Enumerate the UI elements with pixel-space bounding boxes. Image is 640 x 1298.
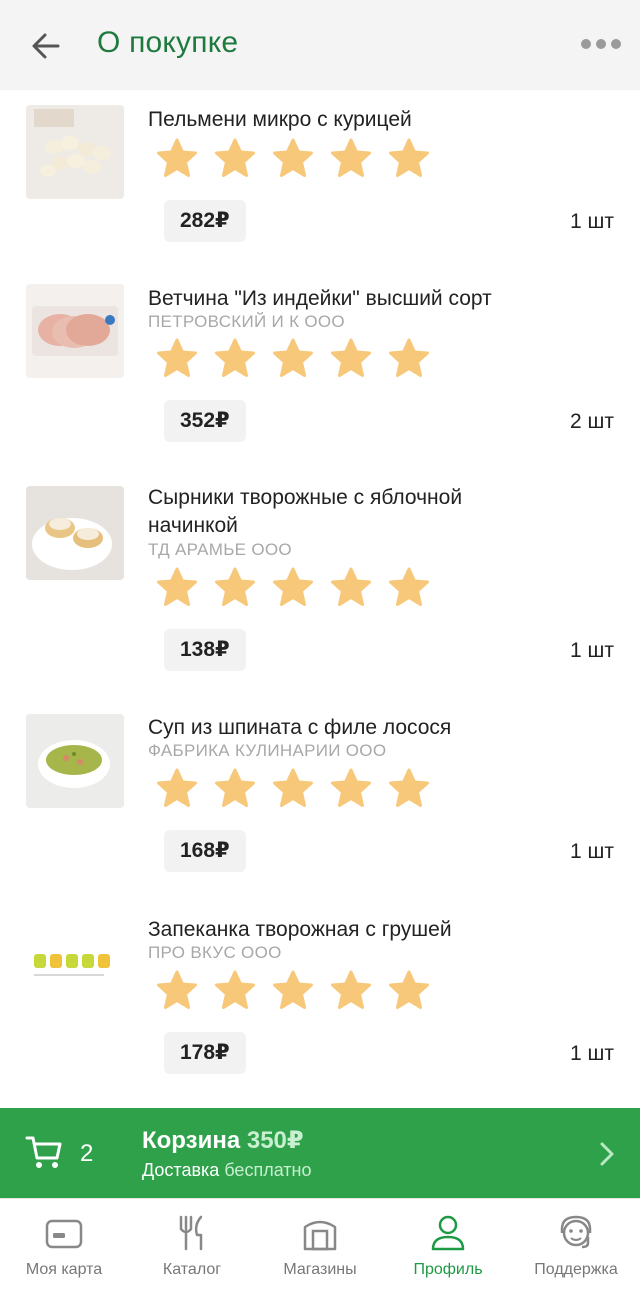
quantity-label: 1 шт <box>570 639 614 662</box>
star-icon[interactable] <box>330 567 372 607</box>
support-icon <box>560 1215 592 1249</box>
tab-catalog[interactable]: Каталог <box>128 1199 256 1298</box>
cart-sum: 350₽ <box>246 1127 304 1154</box>
cart-icon <box>25 1136 62 1168</box>
bottom-tab-bar: Моя карта Каталог Магазины Профиль Подде… <box>0 1198 640 1298</box>
tab-support[interactable]: Поддержка <box>512 1199 640 1298</box>
star-icon[interactable] <box>272 338 314 378</box>
star-icon[interactable] <box>388 970 430 1010</box>
rating-stars[interactable] <box>156 338 436 380</box>
delivery-label: Доставка <box>142 1160 220 1180</box>
star-icon[interactable] <box>330 138 372 178</box>
price-badge: 138₽ <box>164 629 246 671</box>
product-image <box>26 486 124 580</box>
cart-title-label: Корзина <box>142 1127 241 1154</box>
star-icon[interactable] <box>156 970 198 1010</box>
price-badge: 178₽ <box>164 1032 246 1074</box>
star-icon[interactable] <box>330 338 372 378</box>
rating-stars[interactable] <box>156 138 436 180</box>
star-icon[interactable] <box>272 567 314 607</box>
cart-delivery: Доставка бесплатно <box>142 1160 312 1181</box>
star-icon[interactable] <box>272 138 314 178</box>
tab-label: Моя карта <box>25 1261 103 1278</box>
delivery-value: бесплатно <box>224 1160 312 1180</box>
star-icon[interactable] <box>214 768 256 808</box>
tab-stores[interactable]: Магазины <box>256 1199 384 1298</box>
purchase-list: Пельмени микро с курицей 282₽ 1 шт Ветчи… <box>0 90 640 1108</box>
price-badge: 352₽ <box>164 400 246 442</box>
manufacturer: ТД АРАМЬЕ ООО <box>148 540 292 559</box>
star-icon[interactable] <box>214 567 256 607</box>
star-icon[interactable] <box>330 768 372 808</box>
quantity-label: 1 шт <box>570 1042 614 1065</box>
star-icon[interactable] <box>156 338 198 378</box>
product-name: Сырники творожные с яблочной начинкой <box>148 486 463 537</box>
manufacturer: ПЕТРОВСКИЙ И К ООО <box>148 312 345 331</box>
tab-my-card[interactable]: Моя карта <box>0 1199 128 1298</box>
product-image <box>26 916 124 1010</box>
chevron-right-icon[interactable] <box>596 1140 618 1168</box>
quantity-label: 2 шт <box>570 410 614 433</box>
quantity-label: 1 шт <box>570 210 614 233</box>
product-image <box>26 284 124 378</box>
star-icon[interactable] <box>214 338 256 378</box>
star-icon[interactable] <box>214 138 256 178</box>
star-icon[interactable] <box>330 970 372 1010</box>
more-dots-icon[interactable] <box>578 32 624 56</box>
star-icon[interactable] <box>214 970 256 1010</box>
cart-title: Корзина 350₽ <box>142 1126 304 1155</box>
manufacturer: ПРО ВКУС ООО <box>148 943 282 962</box>
card-icon <box>45 1219 83 1249</box>
star-icon[interactable] <box>388 768 430 808</box>
tab-label: Каталог <box>162 1261 222 1278</box>
star-icon[interactable] <box>156 768 198 808</box>
page-title: О покупке <box>97 26 239 59</box>
fork-knife-icon <box>179 1215 203 1251</box>
star-icon[interactable] <box>388 138 430 178</box>
product-name: Суп из шпината с филе лосося <box>148 716 452 739</box>
rating-stars[interactable] <box>156 567 436 609</box>
top-app-bar: О покупке <box>0 0 640 90</box>
rating-stars[interactable] <box>156 970 436 1012</box>
star-icon[interactable] <box>388 567 430 607</box>
rating-stars[interactable] <box>156 768 436 810</box>
manufacturer: ФАБРИКА КУЛИНАРИИ ООО <box>148 741 387 760</box>
star-icon[interactable] <box>156 138 198 178</box>
product-name: Ветчина "Из индейки" высший сорт <box>148 287 492 310</box>
price-badge: 282₽ <box>164 200 246 242</box>
star-icon[interactable] <box>156 567 198 607</box>
product-image <box>26 714 124 808</box>
price-badge: 168₽ <box>164 830 246 872</box>
quantity-label: 1 шт <box>570 840 614 863</box>
cart-count: 2 <box>80 1140 94 1167</box>
star-icon[interactable] <box>272 970 314 1010</box>
product-name: Запеканка творожная с грушей <box>148 918 452 941</box>
store-icon <box>303 1220 337 1251</box>
profile-icon <box>431 1215 465 1251</box>
product-name: Пельмени микро с курицей <box>148 108 412 131</box>
product-image <box>26 105 124 199</box>
tab-label: Поддержка <box>534 1261 618 1278</box>
tab-label: Профиль <box>413 1261 483 1278</box>
cart-bar[interactable]: 2 Корзина 350₽ Доставка бесплатно <box>0 1108 640 1198</box>
tab-profile[interactable]: Профиль <box>384 1199 512 1298</box>
tab-label: Магазины <box>283 1261 357 1278</box>
star-icon[interactable] <box>272 768 314 808</box>
arrow-left-icon[interactable] <box>26 26 66 66</box>
star-icon[interactable] <box>388 338 430 378</box>
